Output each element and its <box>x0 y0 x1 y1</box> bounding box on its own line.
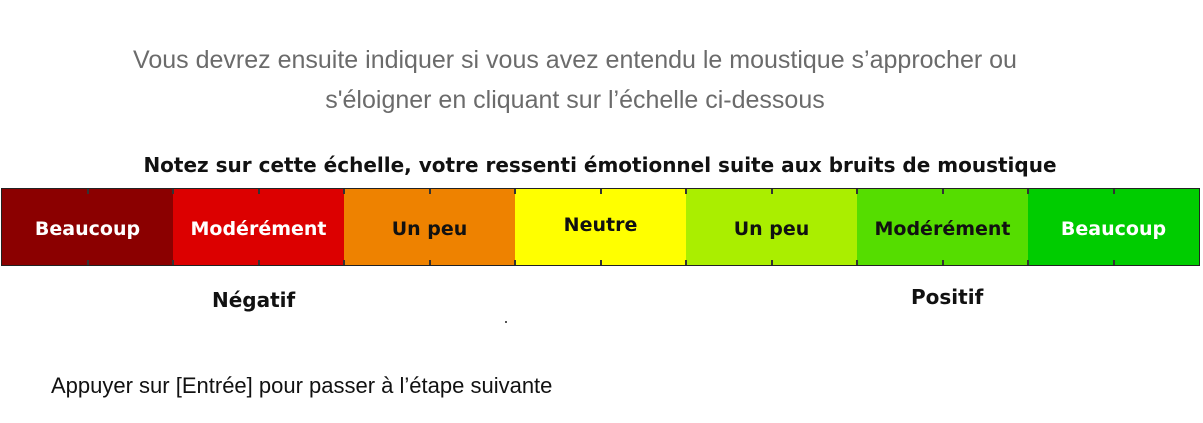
scale-tick <box>856 260 858 265</box>
emotion-scale[interactable]: Beaucoup Modérément Un peu Neutre Un peu… <box>1 188 1200 266</box>
scale-tick <box>1113 189 1115 194</box>
instruction-text: Vous devrez ensuite indiquer si vous ave… <box>0 40 1150 120</box>
continue-instruction: Appuyer sur [Entrée] pour passer à l’éta… <box>51 373 553 398</box>
stray-dot <box>505 321 507 323</box>
segment-label: Neutre <box>563 214 638 236</box>
instruction-line-2: s'éloigner en cliquant sur l’échelle ci-… <box>325 86 825 114</box>
instruction-line-1: Vous devrez ensuite indiquer si vous ave… <box>133 46 1017 74</box>
segment-label: Modérément <box>190 218 327 240</box>
scale-segment-neutre[interactable]: Neutre <box>515 189 686 265</box>
segment-label: Beaucoup <box>34 218 141 240</box>
scale-tick <box>343 189 345 194</box>
segment-label: Modérément <box>874 218 1011 240</box>
scale-tick <box>172 189 174 194</box>
scale-tick <box>258 260 260 265</box>
segment-label: Un peu <box>733 218 810 240</box>
scale-tick <box>514 260 516 265</box>
negative-label: Négatif <box>212 288 296 312</box>
scale-tick <box>685 189 687 194</box>
scale-tick <box>172 260 174 265</box>
scale-tick <box>1113 260 1115 265</box>
scale-segment-negative-un-peu[interactable]: Un peu <box>344 189 515 265</box>
segment-label: Beaucoup <box>1060 218 1167 240</box>
scale-segment-negative-beaucoup[interactable]: Beaucoup <box>2 189 173 265</box>
scale-tick <box>771 189 773 194</box>
scale-tick <box>514 189 516 194</box>
scale-segment-positive-moderement[interactable]: Modérément <box>857 189 1028 265</box>
scale-tick <box>942 260 944 265</box>
scale-tick <box>429 189 431 194</box>
scale-tick <box>856 189 858 194</box>
scale-tick <box>258 189 260 194</box>
scale-tick <box>600 189 602 194</box>
scale-segment-negative-moderement[interactable]: Modérément <box>173 189 344 265</box>
positive-label: Positif <box>911 285 984 309</box>
scale-tick <box>87 260 89 265</box>
scale-segment-positive-un-peu[interactable]: Un peu <box>686 189 857 265</box>
scale-tick <box>942 189 944 194</box>
scale-tick <box>600 260 602 265</box>
scale-tick <box>771 260 773 265</box>
scale-title: Notez sur cette échelle, votre ressenti … <box>143 153 1057 177</box>
scale-tick <box>429 260 431 265</box>
segment-label: Un peu <box>391 218 468 240</box>
scale-tick <box>1027 260 1029 265</box>
scale-segment-positive-beaucoup[interactable]: Beaucoup <box>1028 189 1199 265</box>
scale-tick <box>87 189 89 194</box>
scale-tick <box>343 260 345 265</box>
scale-tick <box>685 260 687 265</box>
scale-tick <box>1027 189 1029 194</box>
